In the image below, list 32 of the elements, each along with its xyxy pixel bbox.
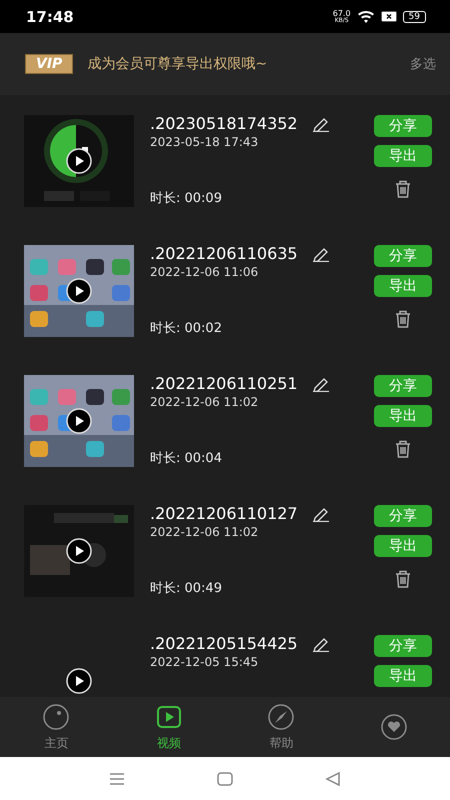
vip-badge[interactable]: VIP [25,54,74,74]
video-duration: 时长: 00:09 [150,190,223,207]
video-title: .20221206110251 [150,375,298,393]
video-duration: 时长: 00:49 [150,580,223,597]
video-date: 2022-12-05 15:45 [150,655,260,669]
nav-tab[interactable]: 视频 [112,697,225,757]
multi-select-link[interactable]: 多选 [410,55,436,73]
export-button[interactable]: 导出 [374,145,432,167]
export-button[interactable]: 导出 [374,275,432,297]
video-duration: 时长: 00:02 [150,320,223,337]
promo-text: 成为会员可尊享导出权限哦~ [87,55,268,73]
video-title: .20221206110635 [150,245,298,263]
clock-time: 17:48 [26,8,74,26]
video-duration: 时长: 00:04 [150,450,223,467]
video-title: .20221205154425 [150,635,298,653]
battery-level: 59 [402,10,426,22]
export-button[interactable]: 导出 [374,535,432,557]
share-button[interactable]: 分享 [374,115,432,137]
nav-tab[interactable]: 主页 [0,697,112,757]
video-date: 2022-12-06 11:02 [150,395,260,409]
share-button[interactable]: 分享 [374,505,432,527]
export-button[interactable]: 导出 [374,665,432,687]
video-title: .20230518174352 [150,115,298,133]
share-button[interactable]: 分享 [374,375,432,397]
video-title: .20221206110127 [150,505,298,523]
nav-tab[interactable]: 帮助 [225,697,338,757]
video-date: 2022-12-06 11:06 [150,265,260,279]
video-date: 2023-05-18 17:43 [150,135,260,149]
share-button[interactable]: 分享 [374,635,432,657]
export-button[interactable]: 导出 [374,405,432,427]
video-date: 2022-12-06 11:02 [150,525,260,539]
share-button[interactable]: 分享 [374,245,432,267]
